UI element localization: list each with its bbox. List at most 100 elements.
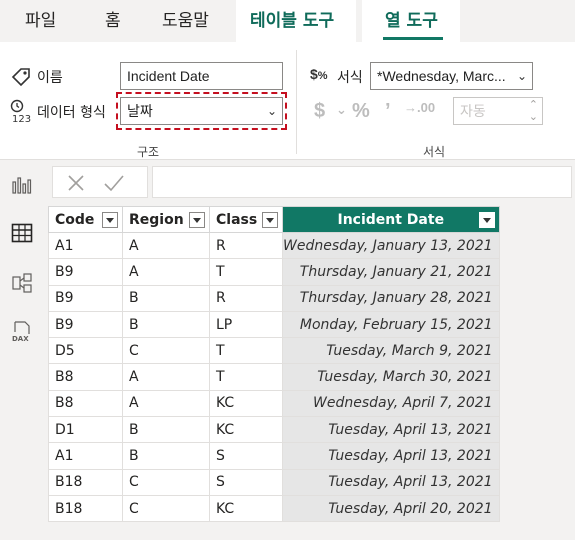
data-type-select[interactable]: 날짜 ⌄	[120, 97, 283, 125]
cell-incident-date[interactable]: Tuesday, March 9, 2021	[282, 337, 500, 365]
cell-region[interactable]: B	[122, 310, 210, 339]
tab-table-tools[interactable]: 테이블 도구	[250, 0, 334, 42]
cell-incident-date[interactable]: Wednesday, April 7, 2021	[282, 389, 500, 418]
format-value: *Wednesday, Marc...	[377, 68, 506, 84]
decimal-stepper[interactable]: 자동 ⌃ ⌄	[453, 97, 543, 125]
cell-incident-date[interactable]: Thursday, January 28, 2021	[282, 284, 500, 312]
format-icon: $%	[310, 66, 328, 82]
cell-code[interactable]: A1	[48, 231, 123, 260]
cell-incident-date[interactable]: Tuesday, April 13, 2021	[282, 442, 500, 470]
cell-code[interactable]: B9	[48, 258, 123, 286]
cell-code[interactable]: B18	[48, 468, 123, 496]
cell-incident-date[interactable]: Tuesday, April 20, 2021	[282, 494, 500, 523]
tab-help[interactable]: 도움말	[162, 0, 209, 42]
column-header-label: Code	[55, 211, 95, 228]
cell-incident-date[interactable]: Tuesday, April 13, 2021	[282, 468, 500, 496]
cell-region[interactable]: A	[122, 389, 210, 418]
cell-code[interactable]: D1	[48, 416, 123, 444]
tab-file[interactable]: 파일	[25, 0, 56, 42]
cell-class[interactable]: KC	[209, 389, 283, 418]
table-row[interactable]: D5 C T Tuesday, March 9, 2021	[48, 337, 500, 365]
chevron-down-icon: ⌄	[266, 104, 277, 118]
column-header-label: Region	[129, 211, 184, 228]
cell-incident-date[interactable]: Tuesday, March 30, 2021	[282, 363, 500, 391]
cell-class[interactable]: R	[209, 284, 283, 312]
column-header-region[interactable]: Region	[122, 206, 210, 233]
format-label: 서식	[337, 70, 363, 86]
column-header-incident-date[interactable]: Incident Date	[282, 206, 500, 233]
table-row[interactable]: D1 B KC Tuesday, April 13, 2021	[48, 416, 500, 444]
cell-region[interactable]: B	[122, 416, 210, 444]
cell-region[interactable]: C	[122, 494, 210, 523]
cell-code[interactable]: B9	[48, 310, 123, 339]
spin-down-icon[interactable]: ⌄	[529, 104, 538, 124]
filter-dropdown-icon[interactable]	[262, 212, 278, 228]
cell-class[interactable]: S	[209, 442, 283, 470]
formula-input[interactable]	[152, 166, 572, 198]
report-view-icon[interactable]	[11, 174, 33, 196]
cell-region[interactable]: A	[122, 363, 210, 391]
cell-code[interactable]: D5	[48, 337, 123, 365]
column-header-code[interactable]: Code	[48, 206, 123, 233]
comma-icon[interactable]: ’	[385, 100, 391, 123]
cell-code[interactable]: B9	[48, 284, 123, 312]
cell-incident-date[interactable]: Monday, February 15, 2021	[282, 310, 500, 339]
cell-class[interactable]: S	[209, 468, 283, 496]
tag-icon	[11, 68, 30, 87]
cell-class[interactable]: KC	[209, 416, 283, 444]
table-row[interactable]: A1 B S Tuesday, April 13, 2021	[48, 442, 500, 470]
grid-body: A1 A R Wednesday, January 13, 2021 B9 A T Thur…	[48, 231, 500, 523]
dax-query-icon[interactable]: DAX	[11, 320, 33, 342]
table-row[interactable]: B8 A KC Wednesday, April 7, 2021	[48, 389, 500, 418]
cell-class[interactable]: KC	[209, 494, 283, 523]
column-header-label: Class	[216, 211, 258, 228]
chevron-down-icon: ⌄	[516, 69, 527, 83]
tab-home[interactable]: 홈	[105, 0, 121, 42]
cell-code[interactable]: B8	[48, 389, 123, 418]
table-row[interactable]: B9 B R Thursday, January 28, 2021	[48, 284, 500, 312]
filter-dropdown-icon[interactable]	[189, 212, 205, 228]
column-header-class[interactable]: Class	[209, 206, 283, 233]
table-row[interactable]: B18 C KC Tuesday, April 20, 2021	[48, 494, 500, 523]
ribbon-separator	[296, 50, 297, 154]
cancel-icon[interactable]	[67, 174, 85, 192]
table-row[interactable]: A1 A R Wednesday, January 13, 2021	[48, 231, 500, 260]
percent-icon[interactable]: %	[352, 100, 370, 123]
cell-region[interactable]: B	[122, 284, 210, 312]
filter-dropdown-icon[interactable]	[102, 212, 118, 228]
cell-code[interactable]: B18	[48, 494, 123, 523]
decimal-places-icon[interactable]: →.00	[404, 100, 435, 115]
currency-icon[interactable]: $	[314, 100, 325, 123]
filter-dropdown-icon[interactable]	[478, 212, 495, 228]
data-type-label: 데이터 형식	[37, 105, 106, 121]
cell-incident-date[interactable]: Wednesday, January 13, 2021	[282, 231, 500, 260]
table-row[interactable]: B9 A T Thursday, January 21, 2021	[48, 258, 500, 286]
cell-code[interactable]: A1	[48, 442, 123, 470]
cell-class[interactable]: R	[209, 231, 283, 260]
decimal-value: 자동	[460, 103, 486, 119]
data-type-icon: 123	[10, 99, 31, 125]
model-view-icon[interactable]	[11, 272, 33, 294]
cell-region[interactable]: C	[122, 468, 210, 496]
cell-incident-date[interactable]: Thursday, January 21, 2021	[282, 258, 500, 286]
cell-class[interactable]: LP	[209, 310, 283, 339]
table-row[interactable]: B8 A T Tuesday, March 30, 2021	[48, 363, 500, 391]
table-view-icon[interactable]	[11, 222, 33, 244]
cell-code[interactable]: B8	[48, 363, 123, 391]
cell-incident-date[interactable]: Tuesday, April 13, 2021	[282, 416, 500, 444]
table-row[interactable]: B9 B LP Monday, February 15, 2021	[48, 310, 500, 339]
cell-class[interactable]: T	[209, 337, 283, 365]
cell-region[interactable]: C	[122, 337, 210, 365]
cell-class[interactable]: T	[209, 258, 283, 286]
cell-region[interactable]: A	[122, 258, 210, 286]
column-name-input[interactable]: Incident Date	[120, 62, 283, 90]
commit-check-icon[interactable]	[103, 174, 125, 192]
chevron-down-icon[interactable]: ⌄	[336, 102, 347, 118]
cell-region[interactable]: A	[122, 231, 210, 260]
svg-text:DAX: DAX	[12, 335, 29, 342]
cell-class[interactable]: T	[209, 363, 283, 391]
table-row[interactable]: B18 C S Tuesday, April 13, 2021	[48, 468, 500, 496]
cell-region[interactable]: B	[122, 442, 210, 470]
format-select[interactable]: *Wednesday, Marc... ⌄	[370, 62, 533, 90]
tab-column-tools[interactable]: 열 도구	[385, 0, 438, 42]
